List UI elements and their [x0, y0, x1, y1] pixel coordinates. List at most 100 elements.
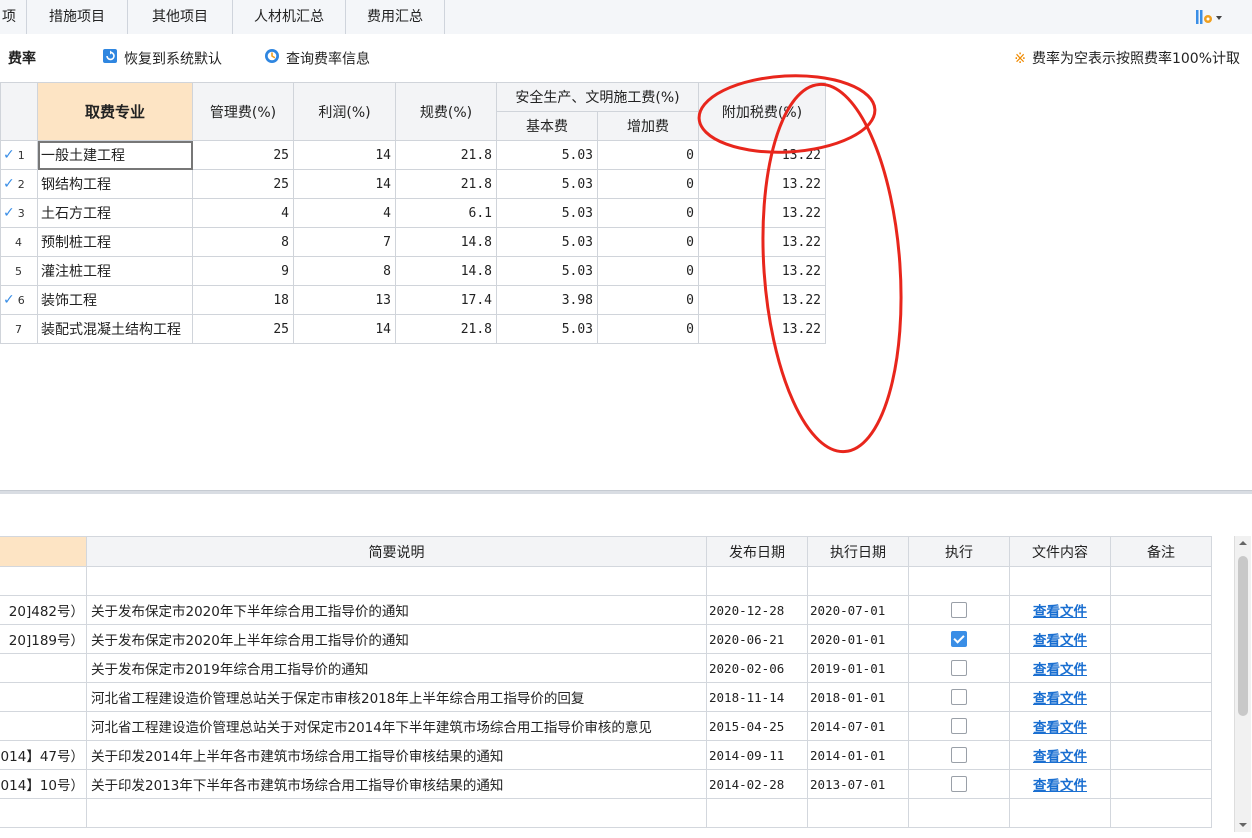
publish-date-cell[interactable]: 2020-06-21	[706, 624, 808, 654]
description-cell[interactable]: 关于发布保定市2020年上半年综合用工指导价的通知	[86, 624, 707, 654]
doc-code-cell[interactable]: 014】47号）	[0, 740, 87, 770]
document-row[interactable]: 河北省工程建设造价管理总站关于保定市审核2018年上半年综合用工指导价的回复 20…	[0, 682, 1212, 712]
scroll-down-arrow-icon[interactable]	[1235, 818, 1251, 832]
remark-cell[interactable]	[1110, 682, 1212, 712]
specialty-cell[interactable]: 灌注桩工程	[37, 256, 193, 286]
description-cell[interactable]: 河北省工程建设造价管理总站关于保定市审核2018年上半年综合用工指导价的回复	[86, 682, 707, 712]
regulation-fee-cell[interactable]: 14.8	[395, 227, 497, 257]
document-row[interactable]	[0, 566, 1212, 596]
file-content-cell[interactable]: 查看文件	[1009, 682, 1111, 712]
header-safety-basic[interactable]: 基本费	[496, 111, 598, 141]
regulation-fee-cell[interactable]: 14.8	[395, 256, 497, 286]
row-number[interactable]: ✓ 6	[0, 285, 38, 315]
safety-basic-cell[interactable]: 5.03	[496, 314, 598, 344]
regulation-fee-cell[interactable]: 21.8	[395, 169, 497, 199]
management-fee-cell[interactable]: 4	[192, 198, 294, 228]
description-cell[interactable]	[86, 798, 707, 828]
regulation-fee-cell[interactable]: 6.1	[395, 198, 497, 228]
file-content-cell[interactable]: 查看文件	[1009, 595, 1111, 625]
row-number[interactable]: ✓ 2	[0, 169, 38, 199]
surtax-cell[interactable]: 13.22	[698, 227, 826, 257]
doc-code-cell[interactable]	[0, 653, 87, 683]
file-content-cell[interactable]: 查看文件	[1009, 711, 1111, 741]
header-regulation-fee[interactable]: 规费(%)	[395, 82, 497, 141]
profit-cell[interactable]: 14	[293, 169, 396, 199]
execute-cell[interactable]	[908, 566, 1010, 596]
profit-cell[interactable]: 14	[293, 140, 396, 170]
surtax-cell[interactable]: 13.22	[698, 140, 826, 170]
tab-items[interactable]: 项	[0, 0, 27, 34]
remark-cell[interactable]	[1110, 566, 1212, 596]
description-cell[interactable]: 关于印发2014年上半年各市建筑市场综合用工指导价审核结果的通知	[86, 740, 707, 770]
management-fee-cell[interactable]: 9	[192, 256, 294, 286]
publish-date-cell[interactable]: 2018-11-14	[706, 682, 808, 712]
header-management-fee[interactable]: 管理费(%)	[192, 82, 294, 141]
profit-cell[interactable]: 14	[293, 314, 396, 344]
document-row[interactable]: 关于发布保定市2019年综合用工指导价的通知 2020-02-06 2019-01-…	[0, 653, 1212, 683]
safety-basic-cell[interactable]: 5.03	[496, 140, 598, 170]
view-file-link[interactable]: 查看文件	[1033, 604, 1087, 620]
execute-cell[interactable]	[908, 624, 1010, 654]
profit-cell[interactable]: 7	[293, 227, 396, 257]
surtax-cell[interactable]: 13.22	[698, 285, 826, 315]
file-content-cell[interactable]: 查看文件	[1009, 740, 1111, 770]
surtax-cell[interactable]: 13.22	[698, 169, 826, 199]
remark-cell[interactable]	[1110, 798, 1212, 828]
publish-date-cell[interactable]	[706, 566, 808, 596]
header-profit[interactable]: 利润(%)	[293, 82, 396, 141]
document-row[interactable]	[0, 798, 1212, 828]
header-remark[interactable]: 备注	[1110, 536, 1212, 567]
management-fee-cell[interactable]: 18	[192, 285, 294, 315]
execute-cell[interactable]	[908, 653, 1010, 683]
view-file-link[interactable]: 查看文件	[1033, 720, 1087, 736]
row-number[interactable]: ✓ 1	[0, 140, 38, 170]
header-execute[interactable]: 执行	[908, 536, 1010, 567]
rate-row[interactable]: ✓ 1 一般土建工程 25 14 21.8 5.03 0 13.22	[0, 140, 826, 170]
remark-cell[interactable]	[1110, 595, 1212, 625]
surtax-cell[interactable]: 13.22	[698, 198, 826, 228]
doc-code-cell[interactable]	[0, 711, 87, 741]
management-fee-cell[interactable]: 25	[192, 169, 294, 199]
doc-code-cell[interactable]	[0, 682, 87, 712]
execute-cell[interactable]	[908, 682, 1010, 712]
description-cell[interactable]: 关于发布保定市2020年下半年综合用工指导价的通知	[86, 595, 707, 625]
execute-checkbox[interactable]	[951, 747, 967, 763]
specialty-cell[interactable]: 钢结构工程	[37, 169, 193, 199]
header-execute-date[interactable]: 执行日期	[807, 536, 909, 567]
scroll-thumb[interactable]	[1238, 556, 1248, 716]
rate-row[interactable]: ✓ 6 装饰工程 18 13 17.4 3.98 0 13.22	[0, 285, 826, 315]
profit-cell[interactable]: 4	[293, 198, 396, 228]
file-content-cell[interactable]: 查看文件	[1009, 624, 1111, 654]
tab-labor-material-summary[interactable]: 人材机汇总	[233, 0, 346, 34]
tab-cost-summary[interactable]: 费用汇总	[346, 0, 445, 34]
row-number[interactable]: 7	[0, 314, 38, 344]
publish-date-cell[interactable]: 2020-12-28	[706, 595, 808, 625]
file-content-cell[interactable]	[1009, 566, 1111, 596]
header-safety-extra[interactable]: 增加费	[597, 111, 699, 141]
management-fee-cell[interactable]: 25	[192, 140, 294, 170]
safety-basic-cell[interactable]: 5.03	[496, 169, 598, 199]
specialty-cell[interactable]: 装配式混凝土结构工程	[37, 314, 193, 344]
doc-code-cell[interactable]	[0, 798, 87, 828]
execute-date-cell[interactable]: 2019-01-01	[807, 653, 909, 683]
execute-checkbox[interactable]	[951, 631, 967, 647]
execute-date-cell[interactable]	[807, 566, 909, 596]
document-row[interactable]: 20]189号） 关于发布保定市2020年上半年综合用工指导价的通知 2020-06…	[0, 624, 1212, 654]
safety-extra-cell[interactable]: 0	[597, 285, 699, 315]
header-safety-fee[interactable]: 安全生产、文明施工费(%)	[496, 82, 699, 112]
profit-cell[interactable]: 8	[293, 256, 396, 286]
view-file-link[interactable]: 查看文件	[1033, 662, 1087, 678]
management-fee-cell[interactable]: 8	[192, 227, 294, 257]
doc-code-cell[interactable]: 20]189号）	[0, 624, 87, 654]
surtax-cell[interactable]: 13.22	[698, 314, 826, 344]
remark-cell[interactable]	[1110, 740, 1212, 770]
description-cell[interactable]	[86, 566, 707, 596]
settings-dropdown-button[interactable]	[1192, 4, 1232, 30]
remark-cell[interactable]	[1110, 711, 1212, 741]
execute-checkbox[interactable]	[951, 718, 967, 734]
document-row[interactable]: 20]482号） 关于发布保定市2020年下半年综合用工指导价的通知 2020-12…	[0, 595, 1212, 625]
remark-cell[interactable]	[1110, 624, 1212, 654]
rate-row[interactable]: 4 预制桩工程 8 7 14.8 5.03 0 13.22	[0, 227, 826, 257]
profit-cell[interactable]: 13	[293, 285, 396, 315]
description-cell[interactable]: 关于印发2013年下半年各市建筑市场综合用工指导价审核结果的通知	[86, 769, 707, 799]
